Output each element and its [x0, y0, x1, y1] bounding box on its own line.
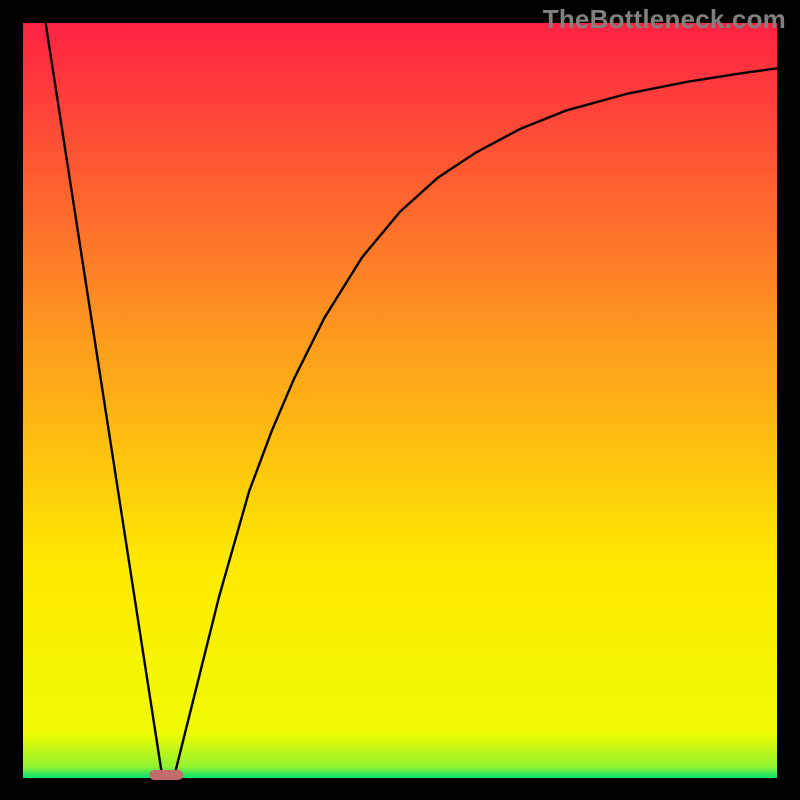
watermark-text: TheBottleneck.com: [543, 4, 786, 35]
plot-area: [23, 23, 777, 778]
optimum-marker: [149, 770, 183, 780]
bottleneck-chart: [0, 0, 800, 800]
